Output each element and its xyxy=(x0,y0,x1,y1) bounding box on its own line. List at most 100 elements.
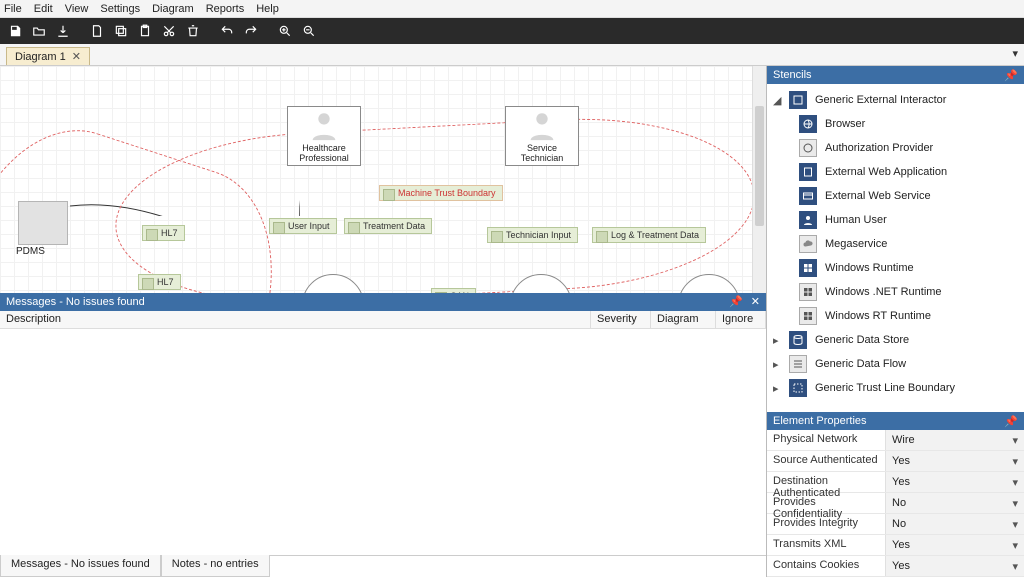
menu-diagram[interactable]: Diagram xyxy=(152,3,194,15)
messages-body xyxy=(0,329,766,556)
menu-reports[interactable]: Reports xyxy=(206,3,245,15)
user-icon xyxy=(799,211,817,229)
chevron-down-icon: ▾ xyxy=(1012,434,1018,447)
paste-icon[interactable] xyxy=(134,20,156,42)
scrollbar-thumb[interactable] xyxy=(755,106,764,226)
chevron-down-icon: ▾ xyxy=(1012,455,1018,468)
zoom-in-icon[interactable] xyxy=(274,20,296,42)
close-icon[interactable]: ✕ xyxy=(751,295,760,308)
prop-value[interactable]: Wire▾ xyxy=(885,430,1024,450)
props-header: Element Properties 📌 xyxy=(767,412,1024,430)
stencil-generic-trust-line-boundary[interactable]: ▸Generic Trust Line Boundary xyxy=(769,376,1022,400)
stencil-windows-runtime[interactable]: Windows Runtime xyxy=(769,256,1022,280)
flow-tag[interactable]: CAN xyxy=(431,288,476,293)
menu-file[interactable]: File xyxy=(4,3,22,15)
pdms-label: PDMS xyxy=(16,246,45,257)
undo-icon[interactable] xyxy=(216,20,238,42)
messages-title: Messages - No issues found xyxy=(6,296,145,308)
interactor-icon xyxy=(789,91,807,109)
toolbar xyxy=(0,18,1024,44)
chevron-down-icon: ▾ xyxy=(1012,560,1018,573)
tab-label: Diagram 1 xyxy=(15,51,66,63)
menu-help[interactable]: Help xyxy=(256,3,279,15)
stencil-generic-data-store[interactable]: ▸Generic Data Store xyxy=(769,328,1022,352)
flow-tag[interactable]: HL7 xyxy=(138,274,181,290)
col-description[interactable]: Description xyxy=(0,311,591,328)
expander-icon[interactable]: ▸ xyxy=(773,358,781,371)
redo-icon[interactable] xyxy=(240,20,262,42)
stencils-tree: ◢ Generic External Interactor Browser Au… xyxy=(767,84,1024,412)
actor-service-technician[interactable]: Service Technician xyxy=(505,106,579,166)
stencil-root[interactable]: ◢ Generic External Interactor xyxy=(769,88,1022,112)
prop-row: Transmits XMLYes▾ xyxy=(767,535,1024,556)
new-doc-icon[interactable] xyxy=(86,20,108,42)
cut-icon[interactable] xyxy=(158,20,180,42)
pin-icon[interactable]: 📌 xyxy=(729,295,743,308)
webapp-icon xyxy=(799,163,817,181)
prop-row: Contains CookiesYes▾ xyxy=(767,556,1024,577)
col-ignore[interactable]: Ignore xyxy=(716,311,766,328)
copy-icon[interactable] xyxy=(110,20,132,42)
stencil-browser[interactable]: Browser xyxy=(769,112,1022,136)
boundary-label[interactable]: Machine Trust Boundary xyxy=(379,185,503,201)
cloud-icon xyxy=(799,235,817,253)
browser-icon xyxy=(799,115,817,133)
actor-healthcare-professional[interactable]: Healthcare Professional xyxy=(287,106,361,166)
stencil-authorization-provider[interactable]: Authorization Provider xyxy=(769,136,1022,160)
datastore-icon xyxy=(789,331,807,349)
prop-row: Provides ConfidentialityNo▾ xyxy=(767,493,1024,514)
close-icon[interactable]: ✕ xyxy=(72,50,81,63)
expander-icon[interactable]: ▸ xyxy=(773,334,781,347)
prop-value[interactable]: Yes▾ xyxy=(885,556,1024,576)
tab-messages[interactable]: Messages - No issues found xyxy=(0,555,161,577)
menu-settings[interactable]: Settings xyxy=(100,3,140,15)
prop-value[interactable]: No▾ xyxy=(885,493,1024,513)
stencil-human-user[interactable]: Human User xyxy=(769,208,1022,232)
stencil-pdms[interactable] xyxy=(18,201,68,245)
tab-notes[interactable]: Notes - no entries xyxy=(161,555,270,577)
open-icon[interactable] xyxy=(28,20,50,42)
tab-dropdown-icon[interactable]: ▾ xyxy=(1012,47,1018,60)
props-title: Element Properties xyxy=(773,415,867,427)
stencil-windows-net-runtime[interactable]: Windows .NET Runtime xyxy=(769,280,1022,304)
export-icon[interactable] xyxy=(52,20,74,42)
prop-value[interactable]: No▾ xyxy=(885,514,1024,534)
flow-tag[interactable]: Technician Input xyxy=(487,227,578,243)
windows-icon xyxy=(799,283,817,301)
prop-row: Provides IntegrityNo▾ xyxy=(767,514,1024,535)
messages-columns: Description Severity Diagram Ignore xyxy=(0,311,766,329)
flow-tag[interactable]: Treatment Data xyxy=(344,218,432,234)
tab-diagram-1[interactable]: Diagram 1 ✕ xyxy=(6,47,90,65)
vertical-scrollbar[interactable] xyxy=(752,66,766,293)
col-diagram[interactable]: Diagram xyxy=(651,311,716,328)
expander-icon[interactable]: ◢ xyxy=(773,94,781,107)
windows-icon xyxy=(799,307,817,325)
flow-tag[interactable]: Log & Treatment Data xyxy=(592,227,706,243)
stencil-external-web-application[interactable]: External Web Application xyxy=(769,160,1022,184)
webservice-icon xyxy=(799,187,817,205)
save-icon[interactable] xyxy=(4,20,26,42)
prop-value[interactable]: Yes▾ xyxy=(885,451,1024,471)
pin-icon[interactable]: 📌 xyxy=(1004,69,1018,82)
prop-row: Physical NetworkWire▾ xyxy=(767,430,1024,451)
pin-icon[interactable]: 📌 xyxy=(1004,415,1018,428)
flow-tag[interactable]: User Input xyxy=(269,218,337,234)
zoom-out-icon[interactable] xyxy=(298,20,320,42)
stencil-megaservice[interactable]: Megaservice xyxy=(769,232,1022,256)
prop-value[interactable]: Yes▾ xyxy=(885,472,1024,492)
stencil-generic-data-flow[interactable]: ▸Generic Data Flow xyxy=(769,352,1022,376)
stencil-external-web-service[interactable]: External Web Service xyxy=(769,184,1022,208)
col-severity[interactable]: Severity xyxy=(591,311,651,328)
menu-edit[interactable]: Edit xyxy=(34,3,53,15)
auth-icon xyxy=(799,139,817,157)
prop-value[interactable]: Yes▾ xyxy=(885,535,1024,555)
diagram-canvas[interactable]: PDMS Healthcare Professional Service Tec… xyxy=(0,66,766,293)
stencil-windows-rt-runtime[interactable]: Windows RT Runtime xyxy=(769,304,1022,328)
flow-tag[interactable]: HL7 xyxy=(142,225,185,241)
expander-icon[interactable]: ▸ xyxy=(773,382,781,395)
prop-row: Source AuthenticatedYes▾ xyxy=(767,451,1024,472)
menu-view[interactable]: View xyxy=(65,3,89,15)
delete-icon[interactable] xyxy=(182,20,204,42)
chevron-down-icon: ▾ xyxy=(1012,539,1018,552)
chevron-down-icon: ▾ xyxy=(1012,476,1018,489)
